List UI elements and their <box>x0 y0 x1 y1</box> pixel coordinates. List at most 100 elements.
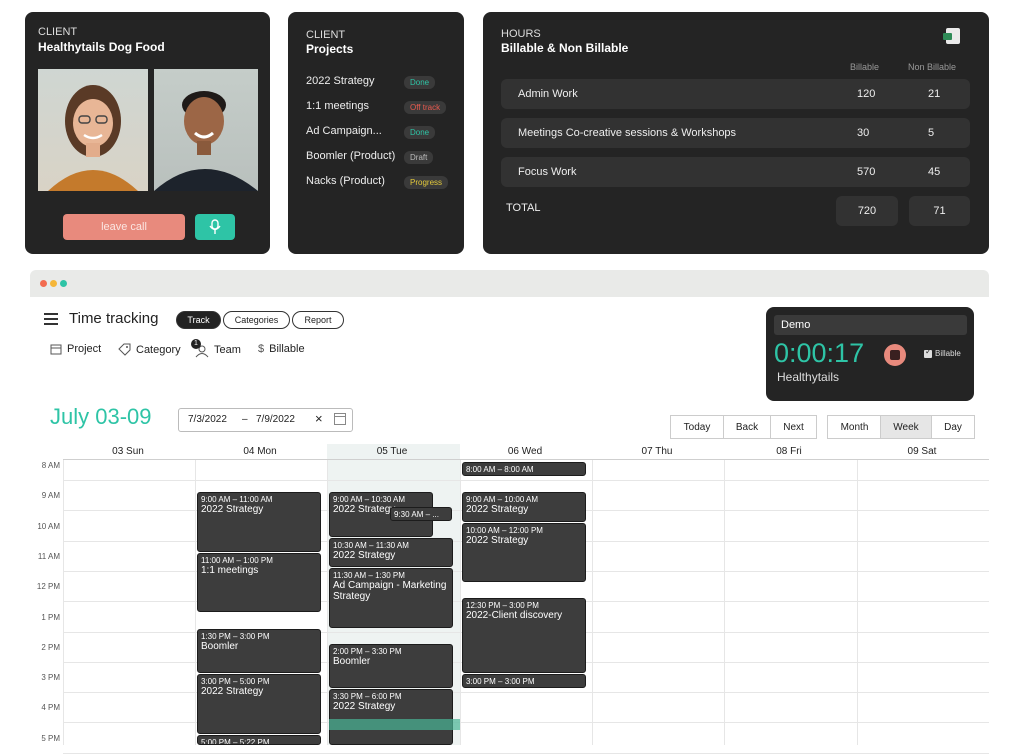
event-time: 3:00 PM – 3:00 PM <box>466 677 535 687</box>
project-status-badge: Off track <box>404 101 447 114</box>
view-month-button[interactable]: Month <box>827 415 882 439</box>
today-button[interactable]: Today <box>670 415 724 439</box>
event-title: 2022 Strategy <box>201 686 264 698</box>
event-time: 2:00 PM – 3:30 PM <box>333 646 402 656</box>
hours-row-non-billable: 5 <box>928 127 935 139</box>
calendar-event[interactable]: 9:00 AM – 10:00 AM 2022 Strategy <box>462 492 586 522</box>
calendar-event[interactable]: 10:00 AM – 12:00 PM 2022 Strategy <box>462 522 586 583</box>
project-row[interactable]: 2022 Strategy <box>306 75 375 87</box>
billable-col-header: Billable <box>850 62 880 72</box>
project-name: Nacks (Product) <box>306 175 385 187</box>
calendar-event[interactable]: 11:00 AM – 1:00 PM 1:1 meetings <box>197 552 321 613</box>
hour-label: 9 AM <box>41 491 60 501</box>
timer-task-field[interactable]: Demo <box>774 315 967 335</box>
calendar-event[interactable]: 11:30 AM – 1:30 PM Ad Campaign - Marketin… <box>329 568 453 628</box>
project-name: Ad Campaign... <box>306 125 382 137</box>
participant-video-2 <box>154 69 258 191</box>
billable-toggle-label: Billable <box>935 349 961 358</box>
microphone-button[interactable] <box>195 214 235 240</box>
calendar-event[interactable]: 9:30 AM – ... <box>390 507 452 522</box>
tab-track[interactable]: Track <box>176 311 221 329</box>
event-time: 11:00 AM – 1:00 PM <box>201 555 273 565</box>
tab-report[interactable]: Report <box>292 311 344 329</box>
filter-category[interactable]: Category <box>118 343 181 356</box>
calendar-event[interactable]: 2:00 PM – 3:30 PM Boomler <box>329 643 453 689</box>
hours-card: HOURS Billable & Non Billable Billable N… <box>483 12 989 254</box>
hour-label: 12 PM <box>36 582 60 592</box>
calendar-event[interactable]: 3:30 PM – 6:00 PM 2022 Strategy <box>329 689 453 745</box>
day-header: 08 Fri <box>776 446 802 457</box>
calendar-event[interactable]: 3:00 PM – 3:00 PM <box>462 674 586 689</box>
next-button[interactable]: Next <box>770 415 817 439</box>
date-range-picker[interactable]: 7/3/2022 – 7/9/2022 × <box>178 408 353 432</box>
calendar-event[interactable]: 5:00 PM – 5:22 PM <box>197 734 321 745</box>
projects-card: CLIENT Projects 2022 Strategy Done 1:1 mee… <box>288 12 464 254</box>
excel-export-icon[interactable] <box>943 28 960 44</box>
filter-category-label: Category <box>136 343 181 356</box>
excel-icon-mark <box>943 33 952 40</box>
tab-categories[interactable]: Categories <box>223 311 290 329</box>
view-week-button[interactable]: Week <box>880 415 932 439</box>
project-row[interactable]: Ad Campaign... <box>306 125 382 137</box>
total-billable: 720 <box>836 196 898 226</box>
person-avatar-icon <box>154 91 258 191</box>
hour-label: 3 PM <box>41 673 60 683</box>
page-title: Time tracking <box>69 310 159 327</box>
calendar-icon[interactable] <box>334 413 346 425</box>
event-time: 1:30 PM – 3:00 PM <box>201 631 270 641</box>
project-row[interactable]: Nacks (Product) <box>306 175 385 187</box>
date-to[interactable]: 7/9/2022 <box>256 414 295 425</box>
project-status-badge: Done <box>404 126 436 139</box>
projects-card-label: CLIENT <box>306 29 346 41</box>
hours-row-label: Meetings Co-creative sessions & Workshop… <box>518 127 737 139</box>
window-minimize-dot[interactable] <box>50 280 57 287</box>
calendar-event[interactable]: 9:00 AM – 11:00 AM 2022 Strategy <box>197 492 321 552</box>
calendar-event[interactable]: 8:00 AM – 8:00 AM <box>462 462 586 477</box>
project-row[interactable]: Boomler (Product) <box>306 150 395 162</box>
event-title: 2022 Strategy <box>466 504 529 516</box>
window-title-bar <box>30 270 989 297</box>
calendar-event[interactable]: 12:30 PM – 3:00 PM 2022-Client discovery <box>462 598 586 674</box>
clear-date-icon[interactable]: × <box>315 411 323 426</box>
client-video-card: CLIENT Healthytails Dog Food leave call <box>25 12 270 254</box>
project-row[interactable]: 1:1 meetings <box>306 100 369 112</box>
calendar-event[interactable]: 10:30 AM – 11:30 AM 2022 Strategy <box>329 537 453 568</box>
filter-team-label: Team <box>214 344 241 356</box>
hours-row: Admin Work 120 21 <box>501 79 970 109</box>
calendar-event[interactable]: 1:30 PM – 3:00 PM Boomler <box>197 628 321 674</box>
filter-team[interactable]: 1 Team <box>191 339 241 358</box>
date-from[interactable]: 7/3/2022 <box>188 414 227 425</box>
hours-card-label: HOURS <box>501 28 541 40</box>
total-non-billable: 71 <box>909 196 970 226</box>
back-button[interactable]: Back <box>723 415 771 439</box>
filter-project-label: Project <box>67 343 102 355</box>
day-header: 03 Sun <box>112 446 144 457</box>
timer-display: 0:00:17 <box>774 338 865 368</box>
filter-project[interactable]: Project <box>50 343 101 355</box>
hour-label: 2 PM <box>41 642 60 652</box>
billable-toggle[interactable]: ✓ Billable <box>924 347 961 358</box>
menu-icon[interactable] <box>44 313 58 325</box>
hours-row-billable: 570 <box>857 166 876 178</box>
filter-billable[interactable]: $ Billable <box>258 343 305 355</box>
window-maximize-dot[interactable] <box>60 280 67 287</box>
non-billable-col-header: Non Billable <box>908 62 957 72</box>
day-header: 05 Tue <box>376 446 408 457</box>
leave-call-button[interactable]: leave call <box>63 214 185 240</box>
hours-row-label: Focus Work <box>518 166 577 178</box>
microphone-icon <box>209 219 221 234</box>
hours-card-title: Billable & Non Billable <box>501 41 629 55</box>
event-title: 2022-Client discovery <box>466 610 563 622</box>
view-day-button[interactable]: Day <box>931 415 975 439</box>
calendar-event[interactable]: 3:00 PM – 5:00 PM 2022 Strategy <box>197 674 321 734</box>
stop-timer-button[interactable] <box>884 344 906 366</box>
window-close-dot[interactable] <box>40 280 47 287</box>
hour-label: 11 AM <box>37 551 60 561</box>
hour-gridline <box>63 480 989 481</box>
client-label: CLIENT <box>38 26 78 38</box>
date-range-title: July 03-09 <box>50 404 152 429</box>
day-header: 04 Mon <box>243 446 277 457</box>
hours-row-non-billable: 45 <box>928 166 941 178</box>
project-status-badge: Progress <box>404 176 449 189</box>
header-divider <box>63 459 989 460</box>
